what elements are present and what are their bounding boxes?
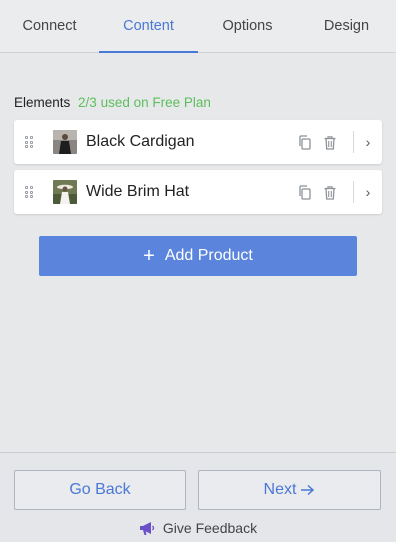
arrow-right-icon: [300, 484, 315, 496]
drag-handle-icon[interactable]: [25, 186, 35, 198]
next-label: Next: [263, 481, 297, 498]
give-feedback-link[interactable]: Give Feedback: [0, 520, 396, 536]
tab-design[interactable]: Design: [297, 0, 396, 52]
chevron-right-icon[interactable]: ›: [354, 120, 382, 164]
next-button[interactable]: Next: [198, 470, 381, 510]
tab-connect[interactable]: Connect: [0, 0, 99, 52]
tab-bar: Connect Content Options Design: [0, 0, 396, 53]
trash-icon[interactable]: [321, 183, 339, 201]
give-feedback-label: Give Feedback: [162, 520, 258, 536]
go-back-button[interactable]: Go Back: [14, 470, 186, 510]
elements-header: Elements 2/3 used on Free Plan: [14, 95, 211, 110]
copy-icon[interactable]: [296, 133, 314, 151]
footer: Go Back Next Give Feedback: [0, 452, 396, 542]
tab-options[interactable]: Options: [198, 0, 297, 52]
plus-icon: +: [143, 245, 155, 267]
add-product-button[interactable]: + Add Product: [39, 236, 357, 276]
copy-icon[interactable]: [296, 183, 314, 201]
usage-text: 2/3 used on Free Plan: [78, 95, 211, 110]
elements-title: Elements: [14, 95, 71, 110]
drag-handle-icon[interactable]: [25, 136, 35, 148]
tab-content[interactable]: Content: [99, 0, 198, 53]
product-thumbnail: [53, 130, 77, 154]
element-name: Black Cardigan: [86, 133, 195, 150]
product-thumbnail: [53, 180, 77, 204]
chevron-right-icon[interactable]: ›: [354, 170, 382, 214]
element-card[interactable]: Black Cardigan ›: [14, 120, 382, 164]
megaphone-icon: [139, 521, 155, 535]
element-card[interactable]: Wide Brim Hat ›: [14, 170, 382, 214]
element-name: Wide Brim Hat: [86, 183, 190, 200]
go-back-label: Go Back: [69, 481, 131, 498]
trash-icon[interactable]: [321, 133, 339, 151]
add-product-label: Add Product: [164, 247, 253, 264]
